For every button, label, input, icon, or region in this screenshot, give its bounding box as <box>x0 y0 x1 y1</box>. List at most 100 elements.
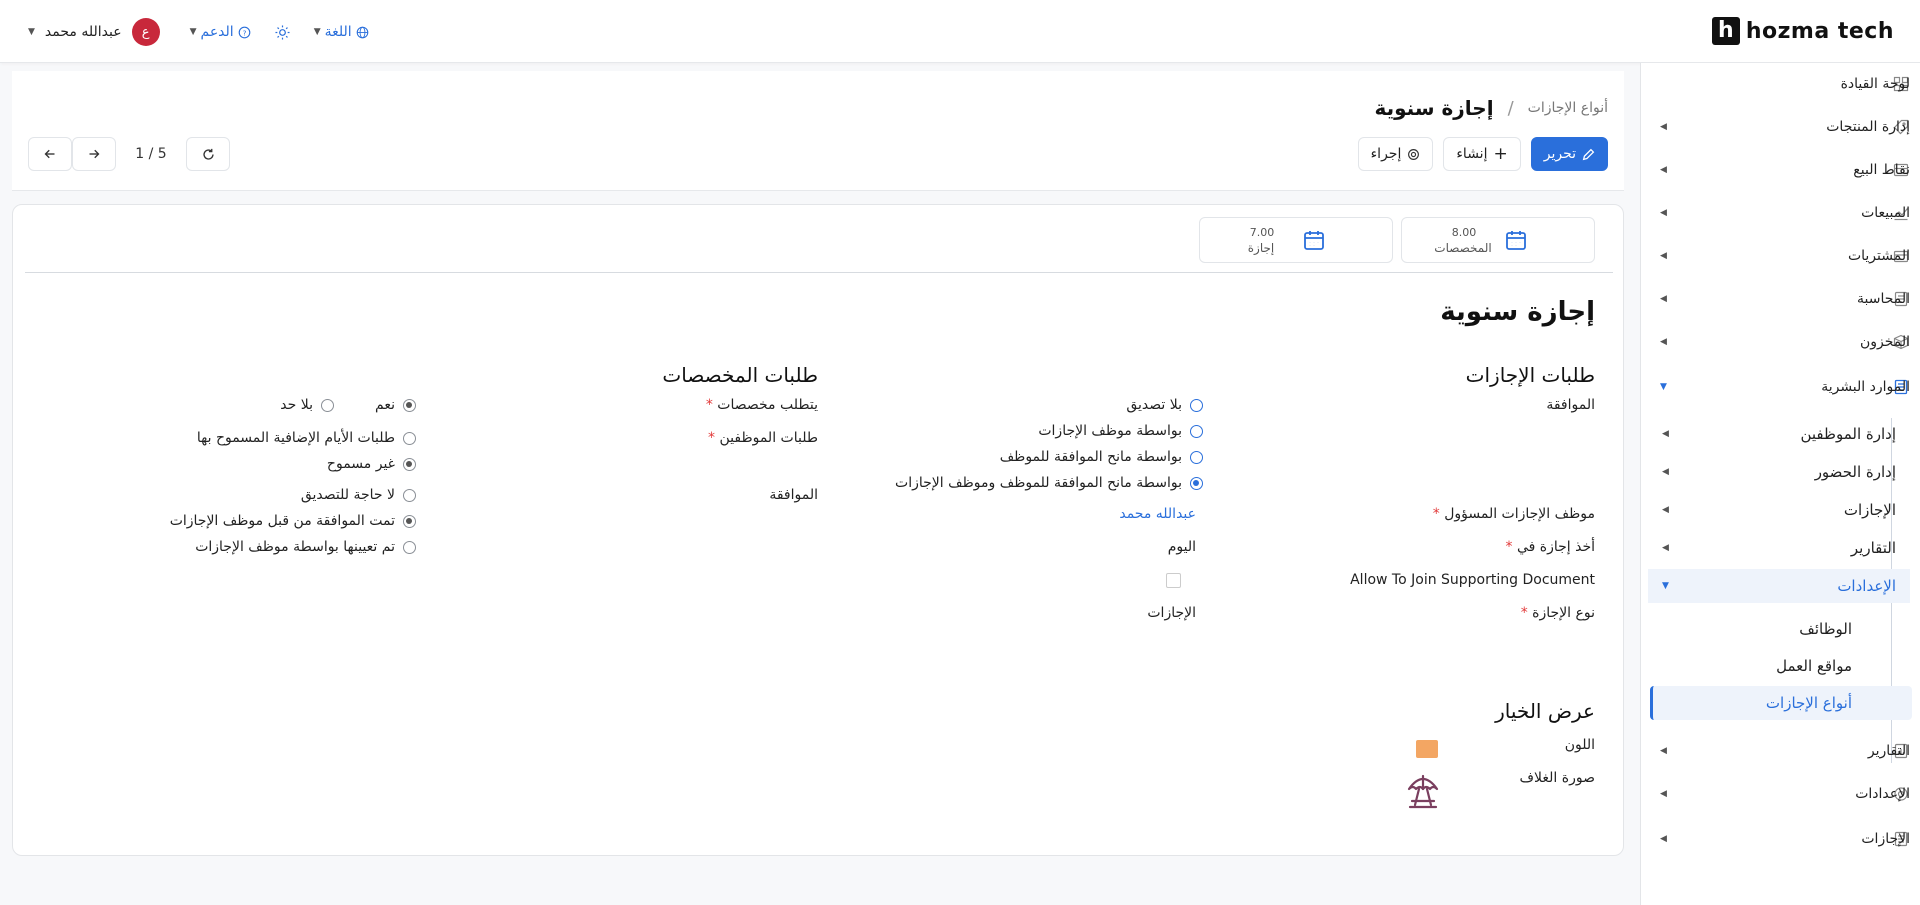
radio-button[interactable] <box>1190 476 1203 490</box>
refresh-icon <box>202 148 214 160</box>
take-leave-in-field[interactable]: اليوم <box>1168 539 1196 555</box>
sidebar-item-leaves-main[interactable]: الإجازات ◀ <box>1640 822 1920 856</box>
employee-requests-label: طلبات الموظفين <box>708 430 819 446</box>
radio-button[interactable] <box>1190 450 1203 464</box>
stat-button-allocations[interactable]: 8.00 المخصصات <box>1401 217 1595 263</box>
sidebar-item-employees[interactable]: إدارة الموظفين ◀ <box>1648 417 1910 451</box>
radio-button[interactable] <box>403 431 416 445</box>
leave-approval-option[interactable]: بلا تصديق <box>1126 397 1203 413</box>
leave-approval-option[interactable]: بواسطة موظف الإجازات <box>1038 423 1203 439</box>
sidebar-item-hr-reports[interactable]: التقارير ◀ <box>1648 531 1910 565</box>
stat-label: إجازة <box>1247 241 1275 255</box>
breadcrumb-parent[interactable]: أنواع الإجازات <box>1528 100 1608 116</box>
sidebar-item-hr[interactable]: الموارد البشرية ▼ <box>1640 370 1920 404</box>
sidebar-item-reports[interactable]: التقارير ◀ <box>1640 734 1920 768</box>
radio-button[interactable] <box>403 540 416 554</box>
breadcrumb-current: إجازة سنوية <box>1374 96 1494 120</box>
sidebar-item-products[interactable]: إدارة المنتجات ◀ <box>1640 110 1920 144</box>
leave-kind-label: نوع الإجازة <box>1521 605 1595 621</box>
user-name: عبدالله محمد <box>44 24 122 40</box>
sidebar-item-jobs[interactable]: الوظائف <box>1650 612 1912 646</box>
sidebar-item-leave-types[interactable]: أنواع الإجازات <box>1650 686 1912 720</box>
sidebar-item-inventory[interactable]: المخزون ◀ <box>1640 325 1920 359</box>
globe-icon <box>356 26 368 38</box>
allocation-approval-option[interactable]: تمت الموافقة من قبل موظف الإجازات <box>170 513 416 529</box>
leave-officer-label: موظف الإجازات المسؤول <box>1433 506 1595 522</box>
plus-icon: + <box>1493 143 1508 164</box>
sidebar-item-settings[interactable]: الإعدادات ◀ <box>1640 777 1920 811</box>
sidebar-item-pos[interactable]: نقاط البيع ◀ <box>1640 153 1920 187</box>
chevron-left-icon: ◀ <box>1662 505 1669 515</box>
sidebar-item-accounting[interactable]: المحاسبة ◀ <box>1640 282 1920 316</box>
sidebar-item-attendance[interactable]: إدارة الحضور ◀ <box>1648 455 1910 489</box>
chevron-left-icon: ◀ <box>1660 165 1667 175</box>
chevron-down-icon: ▼ <box>1660 382 1667 392</box>
sidebar-item-dashboard[interactable]: لوحة القيادة <box>1640 67 1920 101</box>
option-label: بواسطة مانح الموافقة للموظف <box>999 449 1182 465</box>
sidebar-item-purchases[interactable]: المشتريات ◀ <box>1640 239 1920 273</box>
chevron-left-icon: ◀ <box>1660 208 1667 218</box>
record-counter: 1 / 5 <box>135 146 167 162</box>
radio-button[interactable] <box>1190 424 1203 438</box>
color-swatch[interactable] <box>1416 740 1438 758</box>
sidebar-item-sales[interactable]: المبيعات ◀ <box>1640 196 1920 230</box>
brand-logo[interactable]: h hozma tech <box>1711 17 1894 45</box>
allocation-approval-option[interactable]: لا حاجة للتصديق <box>301 487 416 503</box>
radio-button[interactable] <box>403 398 416 412</box>
requires-allocation-option[interactable]: نعم <box>375 397 416 413</box>
brand-name: hozma tech <box>1745 18 1894 44</box>
action-button[interactable]: إجراء <box>1357 137 1434 171</box>
radio-button[interactable] <box>1190 398 1203 412</box>
stat-button-leaves[interactable]: 7.00 إجازة <box>1199 217 1393 263</box>
chevron-left-icon: ◀ <box>1660 789 1667 799</box>
chevron-left-icon: ◀ <box>1660 337 1667 347</box>
create-label: إنشاء <box>1456 146 1488 162</box>
language-menu[interactable]: ▼ اللغة <box>314 24 369 40</box>
radio-button[interactable] <box>403 488 416 502</box>
pager: 1 / 5 <box>28 137 230 171</box>
calendar-icon <box>1302 228 1326 256</box>
sidebar-item-label: إدارة المنتجات <box>1826 119 1910 135</box>
option-label: لا حاجة للتصديق <box>300 487 395 503</box>
theme-toggle[interactable] <box>275 24 290 40</box>
chevron-down-icon: ▼ <box>28 27 35 37</box>
prev-record-button[interactable] <box>28 137 72 171</box>
sidebar-item-label: التقارير <box>1850 539 1896 557</box>
pencil-icon <box>1582 148 1595 160</box>
sidebar-item-hr-settings[interactable]: الإعدادات ▼ <box>1648 569 1910 603</box>
action-buttons: تحرير + إنشاء إجراء <box>1357 137 1608 171</box>
requires-allocation-option[interactable]: بلا حد <box>280 397 334 413</box>
radio-button[interactable] <box>403 514 416 528</box>
sidebar-item-label: التقارير <box>1867 743 1910 759</box>
next-record-button[interactable] <box>72 137 116 171</box>
record-title: إجازة سنوية <box>1440 297 1595 327</box>
leave-approval-option[interactable]: بواسطة مانح الموافقة للموظف <box>1000 449 1203 465</box>
leave-officer-field[interactable]: عبدالله محمد <box>1119 506 1196 522</box>
user-menu[interactable]: ▼ عبدالله محمد ع <box>28 18 160 46</box>
leave-approval-option[interactable]: بواسطة مانح الموافقة للموظف وموظف الإجاز… <box>895 475 1203 491</box>
radio-button[interactable] <box>403 457 416 471</box>
color-label: اللون <box>1564 737 1595 753</box>
divider <box>25 272 1613 273</box>
supporting-doc-checkbox[interactable] <box>1166 573 1181 588</box>
chevron-left-icon: ◀ <box>1660 294 1667 304</box>
gear-icon <box>1408 148 1420 160</box>
employee-requests-option[interactable]: غير مسموح <box>327 456 416 472</box>
support-menu[interactable]: ▼ الدعم ? <box>190 24 251 40</box>
option-label: تم تعيينها بواسطة موظف الإجازات <box>195 539 395 555</box>
calendar-icon <box>1504 228 1528 256</box>
sidebar-item-label: أنواع الإجازات <box>1765 694 1852 712</box>
allocation-approval-option[interactable]: تم تعيينها بواسطة موظف الإجازات <box>195 539 416 555</box>
leave-kind-field[interactable]: الإجازات <box>1147 605 1196 621</box>
option-label: نعم <box>375 397 395 413</box>
sidebar-item-leaves[interactable]: الإجازات ◀ <box>1648 493 1910 527</box>
refresh-button[interactable] <box>186 137 230 171</box>
sidebar-item-label: الإجازات <box>1843 501 1896 519</box>
employee-requests-option[interactable]: طلبات الأيام الإضافية المسموح بها <box>197 430 416 446</box>
radio-button[interactable] <box>321 398 334 412</box>
create-button[interactable]: + إنشاء <box>1443 137 1521 171</box>
edit-button[interactable]: تحرير <box>1530 137 1608 171</box>
beach-umbrella-icon[interactable] <box>1406 771 1440 815</box>
sidebar-item-work-locations[interactable]: مواقع العمل <box>1650 649 1912 683</box>
stat-value: 7.00 <box>1249 226 1275 239</box>
